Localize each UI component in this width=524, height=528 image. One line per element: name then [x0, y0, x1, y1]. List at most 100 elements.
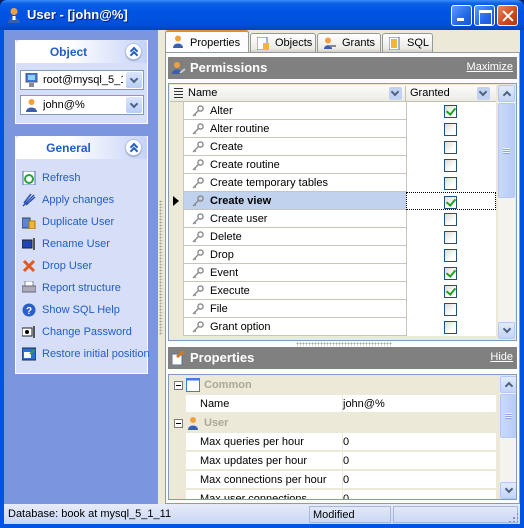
row-indicator[interactable]	[170, 318, 184, 336]
collapse-toggle[interactable]	[174, 381, 183, 390]
tab-properties[interactable]: Properties	[165, 30, 249, 53]
name-filter-dropdown[interactable]	[389, 87, 402, 100]
permission-row[interactable]: Create	[170, 138, 496, 156]
granted-checkbox[interactable]	[444, 267, 457, 280]
permission-row[interactable]: Create temporary tables	[170, 174, 496, 192]
scroll-up-button[interactable]	[498, 85, 515, 102]
row-indicator[interactable]	[170, 300, 184, 318]
granted-checkbox[interactable]	[444, 285, 457, 298]
granted-cell[interactable]	[406, 264, 496, 282]
permission-row[interactable]: Alter	[170, 102, 496, 120]
property-row[interactable]: Max connections per hour 0	[170, 471, 497, 490]
granted-checkbox[interactable]	[444, 123, 457, 136]
granted-cell[interactable]	[406, 192, 496, 210]
granted-cell[interactable]	[406, 246, 496, 264]
row-indicator[interactable]	[170, 264, 184, 282]
row-indicator[interactable]	[170, 246, 184, 264]
property-value[interactable]: 0	[343, 493, 349, 499]
granted-cell[interactable]	[406, 138, 496, 156]
granted-checkbox[interactable]	[444, 231, 457, 244]
property-value[interactable]: 0	[343, 455, 349, 467]
collapse-general-group-button[interactable]	[125, 139, 142, 156]
permissions-scrollbar[interactable]	[498, 85, 515, 339]
property-value[interactable]: 0	[343, 474, 349, 486]
task-show-sql-help[interactable]: ? Show SQL Help	[22, 301, 147, 321]
permission-row[interactable]: Create user	[170, 210, 496, 228]
permission-row[interactable]: Create routine	[170, 156, 496, 174]
section-splitter[interactable]	[296, 342, 392, 346]
maximize-link[interactable]: Maximize	[467, 61, 513, 73]
granted-filter-dropdown[interactable]	[477, 87, 490, 100]
granted-checkbox[interactable]	[444, 321, 457, 334]
property-row[interactable]: Max user connections 0	[170, 490, 497, 499]
granted-checkbox[interactable]	[444, 249, 457, 262]
property-row[interactable]: Name john@%	[170, 395, 497, 414]
row-indicator[interactable]	[170, 174, 184, 192]
scroll-down-button[interactable]	[500, 482, 516, 499]
granted-cell[interactable]	[406, 102, 496, 120]
column-separator[interactable]	[405, 86, 406, 101]
close-button[interactable]	[497, 5, 518, 26]
granted-checkbox[interactable]	[444, 303, 457, 316]
granted-cell[interactable]	[406, 318, 496, 336]
granted-cell[interactable]	[406, 120, 496, 138]
granted-checkbox[interactable]	[444, 105, 457, 118]
scroll-thumb[interactable]	[500, 394, 516, 438]
pane-splitter[interactable]	[159, 200, 163, 335]
maximize-button[interactable]	[474, 5, 495, 26]
chevron-down-icon[interactable]	[126, 72, 142, 88]
property-value[interactable]: 0	[343, 436, 349, 448]
task-restore-initial-position[interactable]: Restore initial position	[22, 345, 150, 365]
column-chooser-icon[interactable]	[174, 88, 183, 98]
granted-checkbox[interactable]	[444, 177, 457, 190]
user-combo[interactable]: john@%	[20, 95, 144, 115]
granted-cell[interactable]	[406, 282, 496, 300]
task-apply-changes[interactable]: Apply changes	[22, 191, 147, 211]
server-combo[interactable]: root@mysql_5_1_11	[20, 70, 144, 90]
tab-grants[interactable]: Grants	[317, 33, 381, 52]
property-value[interactable]: john@%	[343, 398, 385, 410]
scroll-down-button[interactable]	[498, 322, 515, 339]
collapse-toggle[interactable]	[174, 419, 183, 428]
properties-scrollbar[interactable]	[500, 376, 516, 499]
permission-row[interactable]: Grant option	[170, 318, 496, 336]
chevron-down-icon[interactable]	[126, 97, 142, 113]
granted-cell[interactable]	[406, 228, 496, 246]
collapse-object-group-button[interactable]	[125, 43, 142, 60]
row-indicator[interactable]	[170, 282, 184, 300]
permission-row[interactable]: Alter routine	[170, 120, 496, 138]
row-indicator[interactable]	[170, 156, 184, 174]
granted-cell[interactable]	[406, 174, 496, 192]
tab-sql[interactable]: SQL	[382, 33, 433, 52]
granted-cell[interactable]	[406, 210, 496, 228]
permission-row[interactable]: File	[170, 300, 496, 318]
permission-row[interactable]: Execute	[170, 282, 496, 300]
tab-objects[interactable]: Objects	[250, 33, 316, 52]
scroll-up-button[interactable]	[500, 376, 516, 393]
granted-checkbox[interactable]	[444, 159, 457, 172]
column-header-granted[interactable]: Granted	[410, 87, 450, 99]
task-duplicate-user[interactable]: Duplicate User	[22, 213, 147, 233]
row-indicator[interactable]	[170, 120, 184, 138]
title-bar[interactable]: User - [john@%]	[0, 0, 524, 30]
scroll-thumb[interactable]	[498, 103, 515, 198]
permission-row[interactable]: Event	[170, 264, 496, 282]
granted-cell[interactable]	[406, 156, 496, 174]
general-group-header[interactable]: General	[16, 136, 147, 159]
property-row[interactable]: Max queries per hour 0	[170, 433, 497, 452]
row-indicator[interactable]	[170, 192, 184, 210]
minimize-button[interactable]	[451, 5, 472, 26]
hide-link[interactable]: Hide	[490, 351, 513, 363]
task-change-password[interactable]: Change Password	[22, 323, 147, 343]
permission-row[interactable]: Delete	[170, 228, 496, 246]
permission-row[interactable]: Drop	[170, 246, 496, 264]
row-indicator[interactable]	[170, 210, 184, 228]
task-refresh[interactable]: Refresh	[22, 169, 147, 189]
property-row[interactable]: Max updates per hour 0	[170, 452, 497, 471]
task-report-structure[interactable]: Report structure	[22, 279, 147, 299]
row-indicator[interactable]	[170, 228, 184, 246]
row-indicator[interactable]	[170, 102, 184, 120]
granted-checkbox[interactable]	[444, 141, 457, 154]
object-group-header[interactable]: Object	[16, 40, 147, 63]
permission-row[interactable]: Create view	[170, 192, 496, 210]
